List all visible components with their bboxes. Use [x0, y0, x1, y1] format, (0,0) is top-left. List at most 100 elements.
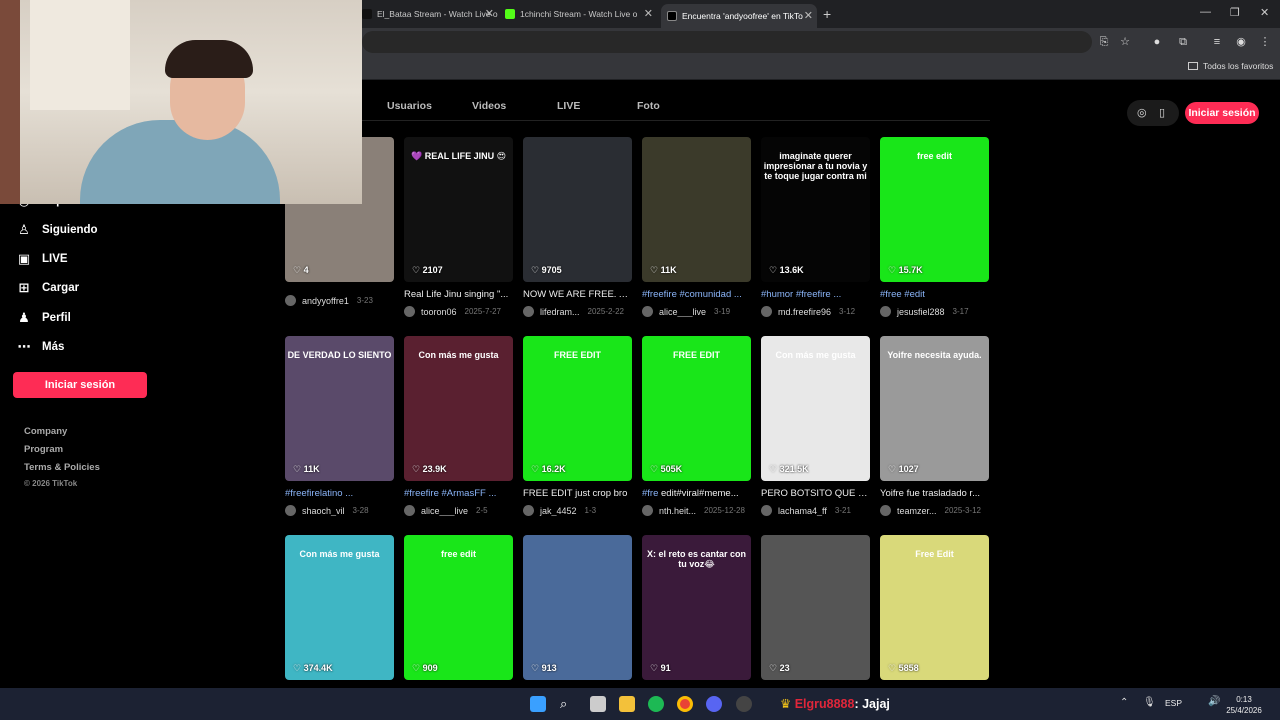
video-card[interactable]: FREE EDIT ♡ 505K #fre edit#viral#meme... nt…	[642, 336, 751, 516]
footer-terms-link[interactable]: Terms & Policies	[24, 462, 100, 473]
tray-chevron-icon[interactable]: ⌃	[1120, 697, 1128, 708]
author-username[interactable]: jesusfiel288	[897, 307, 945, 317]
tab-foto[interactable]: Foto	[637, 100, 660, 112]
video-card[interactable]: Con más me gusta ♡ 321.5K PERO BOTSITO QUE…	[761, 336, 870, 516]
avatar[interactable]	[404, 306, 415, 317]
minimize-icon[interactable]: —	[1200, 6, 1211, 18]
sidebar-item-mas[interactable]: ⋯ Más	[16, 337, 65, 357]
video-thumbnail[interactable]: X: el reto es cantar con tu voz😂 ♡ 91	[642, 535, 751, 680]
video-card[interactable]: Free Edit ♡ 5858	[880, 535, 989, 680]
language-indicator[interactable]: ESP	[1165, 698, 1182, 708]
avatar[interactable]	[880, 306, 891, 317]
description-hashtags[interactable]: #freefire #ArmasFF ...	[404, 488, 496, 499]
video-author-row[interactable]: shaoch_vil 3-28	[285, 505, 394, 516]
footer-company-link[interactable]: Company	[24, 426, 67, 437]
windows-start-icon[interactable]	[530, 696, 546, 712]
avatar[interactable]	[761, 306, 772, 317]
video-author-row[interactable]: alice___live 2-5	[404, 505, 513, 516]
browser-tab-1[interactable]: El_Bataa Stream - Watch Live o ✕	[362, 4, 498, 24]
video-thumbnail[interactable]: FREE EDIT ♡ 505K	[642, 336, 751, 481]
microphone-icon[interactable]: 🎙	[1143, 697, 1156, 708]
video-author-row[interactable]: nth.heit... 2025-12-28	[642, 505, 751, 516]
video-thumbnail[interactable]: 💜 REAL LIFE JINU 😍 ♡ 2107	[404, 137, 513, 282]
video-card[interactable]: X: el reto es cantar con tu voz😂 ♡ 91	[642, 535, 751, 680]
video-thumbnail[interactable]: Con más me gusta ♡ 374.4K	[285, 535, 394, 680]
browser-tab-3-active[interactable]: Encuentra 'andyoofree' en TikTo ✕	[661, 4, 817, 28]
avatar[interactable]	[404, 505, 415, 516]
author-username[interactable]: tooron06	[421, 307, 457, 317]
video-thumbnail[interactable]: DE VERDAD LO SIENTO ♡ 11K	[285, 336, 394, 481]
description-hashtags[interactable]: #freefire #comunidad ...	[642, 289, 742, 300]
url-input[interactable]	[362, 31, 1092, 53]
tab-videos[interactable]: Videos	[472, 100, 506, 112]
video-description[interactable]: #fre edit#viral#meme...	[642, 488, 751, 499]
video-description[interactable]: #freefirelatino ...	[285, 488, 394, 499]
video-author-row[interactable]: lachama4_ff 3-21	[761, 505, 870, 516]
video-description[interactable]: #freefire #comunidad ...	[642, 289, 751, 300]
video-description[interactable]: FREE EDIT just crop bro	[523, 488, 632, 499]
video-thumbnail[interactable]: ♡ 9705	[523, 137, 632, 282]
description-hashtags[interactable]: #freefirelatino ...	[285, 488, 353, 499]
video-author-row[interactable]: jak_4452 1-3	[523, 505, 632, 516]
task-view-icon[interactable]	[590, 696, 606, 712]
video-description[interactable]: Real Life Jinu singing "...	[404, 289, 513, 300]
video-card[interactable]: free edit ♡ 15.7K #free #edit jesusfiel288 3…	[880, 137, 989, 317]
all-bookmarks-button[interactable]: Todos los favoritos	[1188, 61, 1273, 71]
author-username[interactable]: shaoch_vil	[302, 506, 345, 516]
video-author-row[interactable]: lifedram... 2025-2-22	[523, 306, 632, 317]
close-tab-icon[interactable]: ✕	[485, 7, 494, 20]
video-author-row[interactable]: alice___live 3-19	[642, 306, 751, 317]
author-username[interactable]: md.freefire96	[778, 307, 831, 317]
phone-icon[interactable]: ▯	[1159, 106, 1165, 119]
avatar[interactable]	[523, 505, 534, 516]
video-card[interactable]: ♡ 9705 NOW WE ARE FREE. A... lifedram... 20…	[523, 137, 632, 317]
browser-menu-icon[interactable]: ⋮	[1258, 35, 1272, 49]
avatar[interactable]	[285, 505, 296, 516]
clock[interactable]: 0:13 25/4/2026	[1224, 694, 1264, 716]
discord-icon[interactable]	[706, 696, 722, 712]
sidebar-item-cargar[interactable]: ⊞ Cargar	[16, 278, 80, 298]
tab-usuarios[interactable]: Usuarios	[387, 100, 432, 112]
description-hashtags[interactable]: #free #edit	[880, 289, 925, 300]
video-card[interactable]: ♡ 11K #freefire #comunidad ... alice___liv…	[642, 137, 751, 317]
description-hashtags[interactable]: #humor #freefire ...	[761, 289, 841, 300]
video-thumbnail[interactable]: ♡ 11K	[642, 137, 751, 282]
sidebar-item-perfil[interactable]: ♟ Perfil	[16, 308, 71, 328]
video-card[interactable]: FREE EDIT ♡ 16.2K FREE EDIT just crop bro j…	[523, 336, 632, 516]
video-card[interactable]: DE VERDAD LO SIENTO ♡ 11K #freefirelatino …	[285, 336, 394, 516]
author-username[interactable]: jak_4452	[540, 506, 577, 516]
video-card[interactable]: Yoifre necesita ayuda. ♡ 1027 Yoifre fue t…	[880, 336, 989, 516]
author-username[interactable]: teamzer...	[897, 506, 937, 516]
speaker-icon[interactable]: 🔊	[1208, 696, 1220, 707]
video-thumbnail[interactable]: Free Edit ♡ 5858	[880, 535, 989, 680]
author-username[interactable]: andyyoffre1	[302, 296, 349, 306]
avatar[interactable]	[285, 295, 296, 306]
sidebar-item-siguiendo[interactable]: ♙ Siguiendo	[16, 220, 97, 240]
close-window-icon[interactable]: ✕	[1260, 6, 1269, 19]
login-button-header[interactable]: Iniciar sesión	[1185, 102, 1259, 124]
video-thumbnail[interactable]: ♡ 23	[761, 535, 870, 680]
video-card[interactable]: 💜 REAL LIFE JINU 😍 ♡ 2107 Real Life Jinu s…	[404, 137, 513, 317]
bookmark-star-icon[interactable]: ☆	[1118, 35, 1132, 49]
video-description[interactable]: Yoifre fue trasladado r...	[880, 488, 989, 499]
author-username[interactable]: lachama4_ff	[778, 506, 827, 516]
video-thumbnail[interactable]: imaginate querer impresionar a tu novia …	[761, 137, 870, 282]
author-username[interactable]: lifedram...	[540, 307, 580, 317]
avatar[interactable]	[880, 505, 891, 516]
profile-icon[interactable]: ◉	[1234, 35, 1248, 49]
coin-icon[interactable]: ◎	[1137, 106, 1147, 119]
video-thumbnail[interactable]: free edit ♡ 909	[404, 535, 513, 680]
video-description[interactable]: NOW WE ARE FREE. A...	[523, 289, 632, 300]
video-author-row[interactable]: teamzer... 2025-3-12	[880, 505, 989, 516]
avatar[interactable]	[761, 505, 772, 516]
description-hashtags[interactable]: #fre	[642, 488, 658, 499]
video-card[interactable]: imaginate querer impresionar a tu novia …	[761, 137, 870, 317]
close-tab-icon[interactable]: ✕	[644, 7, 653, 20]
video-author-row[interactable]: md.freefire96 3-12	[761, 306, 870, 317]
video-card[interactable]: free edit ♡ 909	[404, 535, 513, 680]
video-thumbnail[interactable]: FREE EDIT ♡ 16.2K	[523, 336, 632, 481]
chrome-icon[interactable]	[677, 696, 693, 712]
video-card[interactable]: Con más me gusta ♡ 23.9K #freefire #ArmasF…	[404, 336, 513, 516]
maximize-icon[interactable]: ❐	[1230, 6, 1240, 19]
video-author-row[interactable]: tooron06 2025-7-27	[404, 306, 513, 317]
